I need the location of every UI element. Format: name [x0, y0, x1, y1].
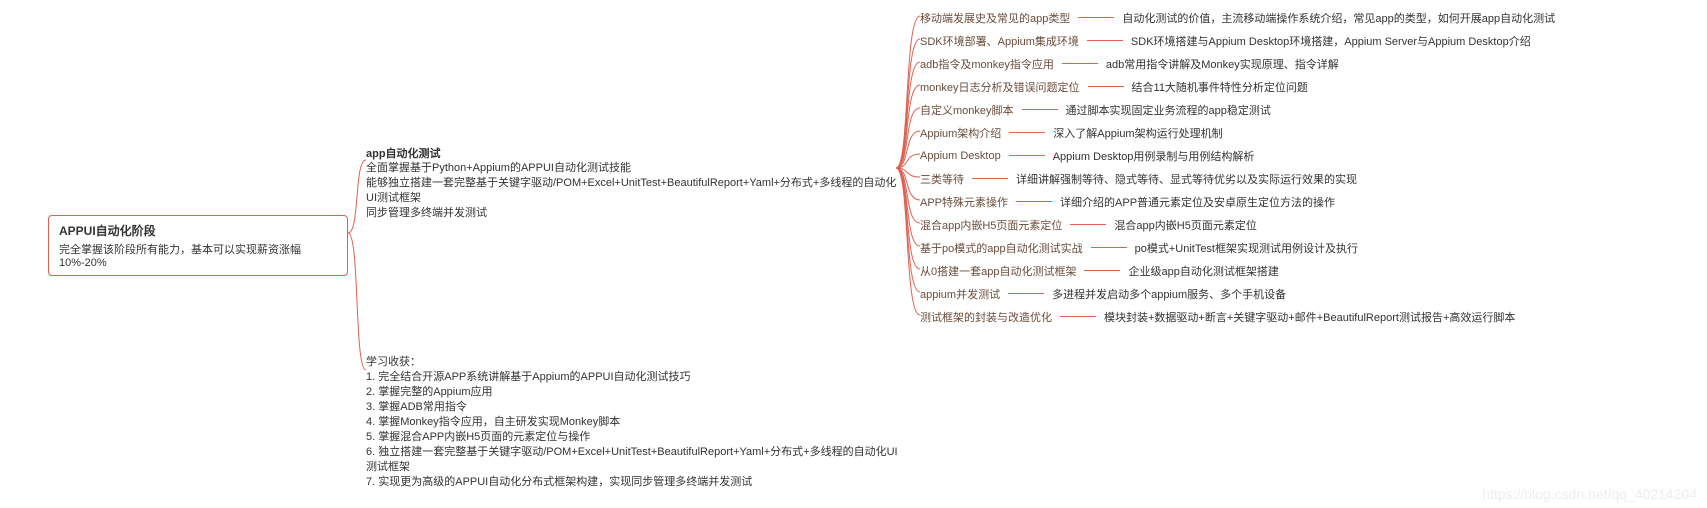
mid-line3: 同步管理多终端并发测试: [366, 206, 906, 221]
right-column: 移动端发展史及常见的app类型 自动化测试的价值，主流移动端操作系统介绍，常见ap…: [920, 6, 1700, 328]
right-detail: 通过脚本实现固定业务流程的app稳定测试: [1066, 102, 1271, 118]
right-detail: 自动化测试的价值，主流移动端操作系统介绍，常见app的类型，如何开展app自动化…: [1122, 10, 1555, 26]
right-topic: 混合app内嵌H5页面元素定位: [920, 217, 1062, 233]
right-detail: SDK环境搭建与Appium Desktop环境搭建，Appium Server…: [1131, 33, 1531, 49]
right-row[interactable]: 基于po模式的app自动化测试实战 po模式+UnitTest框架实现测试用例设计…: [920, 236, 1700, 259]
connector-line-icon: [1008, 293, 1044, 294]
connector-line-icon: [1062, 63, 1098, 64]
right-detail: 详细介绍的APP普通元素定位及安卓原生定位方法的操作: [1060, 194, 1335, 210]
gains-item: 5. 掌握混合APP内嵌H5页面的元素定位与操作: [366, 430, 906, 445]
connector-line-icon: [1009, 155, 1045, 156]
gains-node[interactable]: 学习收获： 1. 完全结合开源APP系统讲解基于Appium的APPUI自动化测…: [366, 355, 906, 490]
watermark-text: https://blog.csdn.net/qq_40214204: [1482, 486, 1697, 502]
connector-line-icon: [1088, 86, 1124, 87]
connector-line-icon: [1060, 316, 1096, 317]
connector-line-icon: [1091, 247, 1127, 248]
right-detail: 深入了解Appium架构运行处理机制: [1053, 125, 1222, 141]
right-topic: 测试框架的封装与改造优化: [920, 309, 1052, 325]
right-detail: 结合11大随机事件特性分析定位问题: [1132, 79, 1308, 95]
right-topic: monkey日志分析及错误问题定位: [920, 79, 1080, 95]
gains-item: 7. 实现更为高级的APPUI自动化分布式框架构建，实现同步管理多终端并发测试: [366, 475, 906, 490]
right-detail: po模式+UnitTest框架实现测试用例设计及执行: [1135, 240, 1358, 256]
root-subtitle: 完全掌握该阶段所有能力，基本可以实现薪资涨幅10%-20%: [59, 241, 337, 269]
right-detail: 详细讲解强制等待、隐式等待、显式等待优劣以及实际运行效果的实现: [1016, 171, 1357, 187]
connector-line-icon: [972, 178, 1008, 179]
right-row[interactable]: monkey日志分析及错误问题定位 结合11大随机事件特性分析定位问题: [920, 75, 1700, 98]
connector-line-icon: [1016, 201, 1052, 202]
right-row[interactable]: APP特殊元素操作 详细介绍的APP普通元素定位及安卓原生定位方法的操作: [920, 190, 1700, 213]
connector-line-icon: [1070, 224, 1106, 225]
gains-item: 6. 独立搭建一套完整基于关键字驱动/POM+Excel+UnitTest+Be…: [366, 445, 906, 475]
gains-item: 1. 完全结合开源APP系统讲解基于Appium的APPUI自动化测试技巧: [366, 370, 906, 385]
connector-line-icon: [1078, 17, 1114, 18]
right-topic: Appium架构介绍: [920, 125, 1001, 141]
right-detail: Appium Desktop用例录制与用例结构解析: [1053, 148, 1255, 164]
right-row[interactable]: 混合app内嵌H5页面元素定位 混合app内嵌H5页面元素定位: [920, 213, 1700, 236]
root-title: APPUI自动化阶段: [59, 222, 337, 239]
right-detail: 模块封装+数据驱动+断言+关键字驱动+邮件+BeautifulReport测试报…: [1104, 309, 1515, 325]
right-detail: adb常用指令讲解及Monkey实现原理、指令详解: [1106, 56, 1339, 72]
right-topic: SDK环境部署、Appium集成环境: [920, 33, 1079, 49]
right-topic: Appium Desktop: [920, 150, 1001, 162]
right-topic: adb指令及monkey指令应用: [920, 56, 1054, 72]
right-row[interactable]: SDK环境部署、Appium集成环境 SDK环境搭建与Appium Desktop…: [920, 29, 1700, 52]
right-topic: 移动端发展史及常见的app类型: [920, 10, 1070, 26]
mid-line2: 能够独立搭建一套完整基于关键字驱动/POM+Excel+UnitTest+Bea…: [366, 176, 906, 206]
right-row[interactable]: 从0搭建一套app自动化测试框架 企业级app自动化测试框架搭建: [920, 259, 1700, 282]
right-row[interactable]: 自定义monkey脚本 通过脚本实现固定业务流程的app稳定测试: [920, 98, 1700, 121]
mid-title: app自动化测试: [366, 145, 906, 161]
connector-line-icon: [1009, 132, 1045, 133]
connector-line-icon: [1084, 270, 1120, 271]
gains-title: 学习收获：: [366, 355, 906, 370]
connector-line-icon: [1022, 109, 1058, 110]
right-topic: APP特殊元素操作: [920, 194, 1008, 210]
right-topic: 三类等待: [920, 171, 964, 187]
right-row[interactable]: 测试框架的封装与改造优化 模块封装+数据驱动+断言+关键字驱动+邮件+Beauti…: [920, 305, 1700, 328]
connector-line-icon: [1087, 40, 1123, 41]
gains-item: 2. 掌握完整的Appium应用: [366, 385, 906, 400]
root-node[interactable]: APPUI自动化阶段 完全掌握该阶段所有能力，基本可以实现薪资涨幅10%-20%: [48, 215, 348, 276]
connector-root-mid: [348, 160, 368, 375]
mid-node[interactable]: app自动化测试 全面掌握基于Python+Appium的APPUI自动化测试技…: [366, 145, 906, 221]
right-row[interactable]: Appium架构介绍 深入了解Appium架构运行处理机制: [920, 121, 1700, 144]
gains-item: 3. 掌握ADB常用指令: [366, 400, 906, 415]
right-detail: 混合app内嵌H5页面元素定位: [1114, 217, 1256, 233]
right-topic: 从0搭建一套app自动化测试框架: [920, 263, 1076, 279]
right-row[interactable]: appium并发测试 多进程并发启动多个appium服务、多个手机设备: [920, 282, 1700, 305]
mid-line1: 全面掌握基于Python+Appium的APPUI自动化测试技能: [366, 161, 906, 176]
right-detail: 企业级app自动化测试框架搭建: [1128, 263, 1278, 279]
right-topic: appium并发测试: [920, 286, 1000, 302]
right-row[interactable]: Appium Desktop Appium Desktop用例录制与用例结构解析: [920, 144, 1700, 167]
right-row[interactable]: 三类等待 详细讲解强制等待、隐式等待、显式等待优劣以及实际运行效果的实现: [920, 167, 1700, 190]
right-topic: 自定义monkey脚本: [920, 102, 1014, 118]
right-topic: 基于po模式的app自动化测试实战: [920, 240, 1083, 256]
right-detail: 多进程并发启动多个appium服务、多个手机设备: [1052, 286, 1286, 302]
right-row[interactable]: adb指令及monkey指令应用 adb常用指令讲解及Monkey实现原理、指令详…: [920, 52, 1700, 75]
right-row[interactable]: 移动端发展史及常见的app类型 自动化测试的价值，主流移动端操作系统介绍，常见ap…: [920, 6, 1700, 29]
gains-item: 4. 掌握Monkey指令应用，自主研发实现Monkey脚本: [366, 415, 906, 430]
